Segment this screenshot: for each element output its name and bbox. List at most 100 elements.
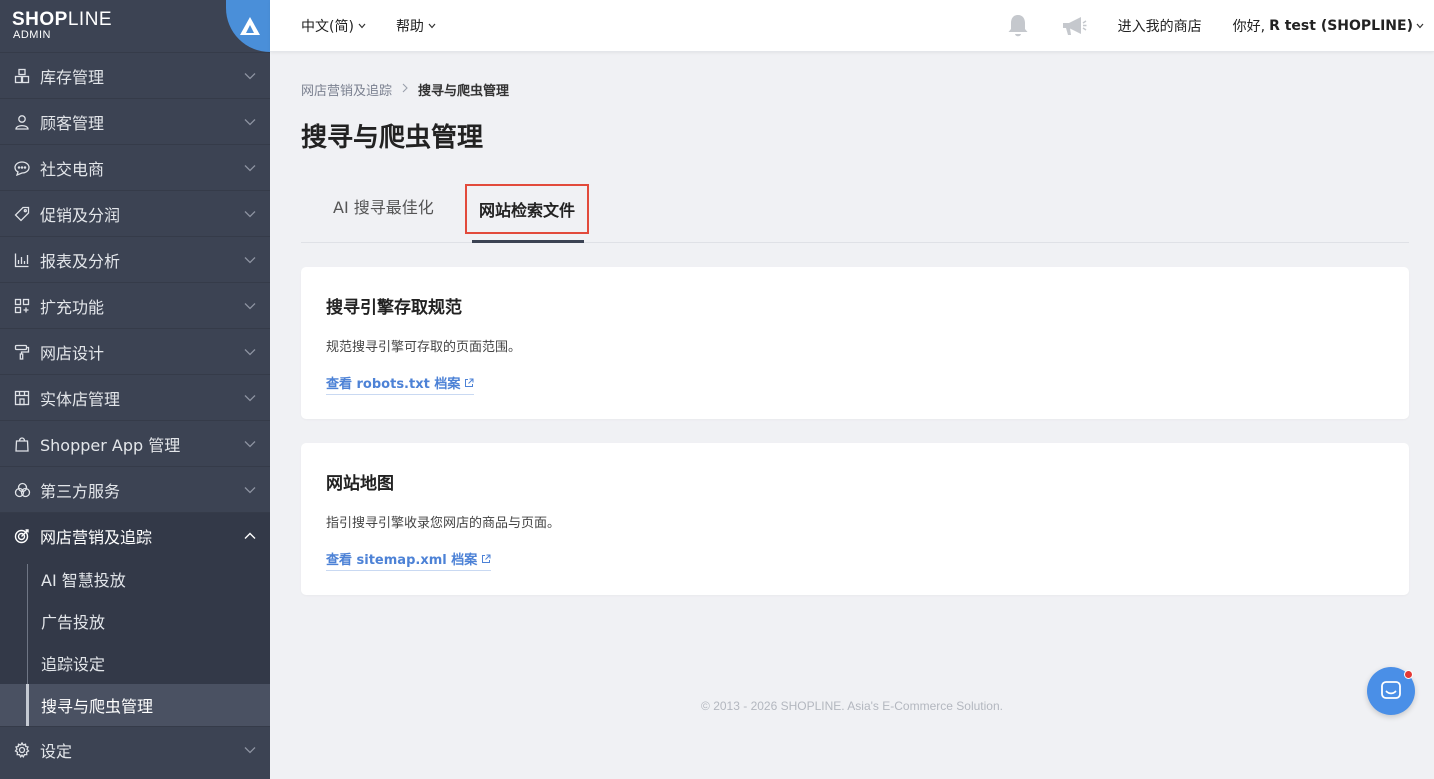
sidebar-item-shopper-app[interactable]: Shopper App 管理 <box>0 420 270 466</box>
chevron-down-icon <box>244 746 256 753</box>
tab-bar: AI 搜寻最佳化 网站检索文件 <box>301 184 1409 243</box>
chevron-down-icon <box>244 118 256 125</box>
submenu-item-search-crawler[interactable]: 搜寻与爬虫管理 <box>0 684 270 726</box>
help-dropdown[interactable]: 帮助 <box>396 16 436 36</box>
submenu-item-label: 搜寻与爬虫管理 <box>41 697 154 716</box>
inventory-icon <box>13 67 31 85</box>
sidebar-item-label: 第三方服务 <box>40 481 121 501</box>
sidebar-item-store-design[interactable]: 网店设计 <box>0 328 270 374</box>
chevron-down-icon <box>244 394 256 401</box>
sidebar-item-label: 顾客管理 <box>40 113 105 133</box>
logo-subtitle: ADMIN <box>13 29 51 41</box>
language-dropdown[interactable]: 中文(简) <box>301 16 366 36</box>
sidebar-item-label: 实体店管理 <box>40 389 121 409</box>
user-menu-dropdown[interactable]: 你好, R test (SHOPLINE) <box>1233 16 1424 36</box>
submenu-item-label: AI 智慧投放 <box>41 571 126 590</box>
link-label: 查看 robots.txt 档案 <box>326 377 461 392</box>
sidebar-item-label: 社交电商 <box>40 159 105 179</box>
tab-site-index-files[interactable]: 网站检索文件 <box>465 184 589 234</box>
chevron-right-icon <box>402 83 408 93</box>
enter-store-link[interactable]: 进入我的商店 <box>1118 16 1202 36</box>
chat-bubble-icon <box>13 159 31 177</box>
submenu-item-tracking-settings[interactable]: 追踪设定 <box>0 642 270 684</box>
top-bar: 中文(简) 帮助 进入我的商店 你好, R test (SHOPLINE) <box>270 0 1434 52</box>
apps-grid-icon <box>13 297 31 315</box>
sidebar-item-label: 设定 <box>40 741 73 761</box>
notification-dot <box>1404 670 1413 679</box>
help-label: 帮助 <box>395 18 424 35</box>
sidebar-item-promotions[interactable]: 促销及分润 <box>0 190 270 236</box>
card-title: 网站地图 <box>326 474 394 494</box>
chevron-down-icon <box>1416 23 1424 28</box>
user-icon <box>13 113 31 131</box>
breadcrumb: 网店营销及追踪 搜寻与爬虫管理 <box>301 80 1409 99</box>
marketing-submenu: AI 智慧投放 广告投放 追踪设定 搜寻与爬虫管理 <box>0 558 270 726</box>
chevron-down-icon <box>244 348 256 355</box>
card-title: 搜寻引擎存取规范 <box>326 298 462 318</box>
sidebar-item-retail-store[interactable]: 实体店管理 <box>0 374 270 420</box>
sitemap-card: 网站地图 指引搜寻引擎收录您网店的商品与页面。 查看 sitemap.xml 档… <box>301 443 1409 595</box>
chevron-down-icon <box>358 23 366 28</box>
card-description: 规范搜寻引擎可存取的页面范围。 <box>326 340 522 355</box>
main-content: 网店营销及追踪 搜寻与爬虫管理 搜寻与爬虫管理 AI 搜寻最佳化 网站检索文件 … <box>301 52 1409 595</box>
user-name: R test (SHOPLINE) <box>1269 17 1413 34</box>
chevron-down-icon <box>244 486 256 493</box>
sidebar-item-inventory[interactable]: 库存管理 <box>0 52 270 98</box>
megaphone-icon[interactable] <box>1061 15 1087 37</box>
footer-copyright: © 2013 - 2026 SHOPLINE. Asia's E-Commerc… <box>701 699 1003 713</box>
target-icon <box>13 527 31 545</box>
greeting-label: 你好, <box>1232 18 1266 35</box>
sidebar-item-extensions[interactable]: 扩充功能 <box>0 282 270 328</box>
sidebar-item-label: 促销及分润 <box>40 205 121 225</box>
chevron-down-icon <box>244 440 256 447</box>
submenu-item-ads[interactable]: 广告投放 <box>0 600 270 642</box>
sidebar-item-label: Shopper App 管理 <box>40 435 181 455</box>
view-sitemap-xml-link[interactable]: 查看 sitemap.xml 档案 <box>326 549 492 571</box>
chevron-down-icon <box>428 23 436 28</box>
brand-corner-badge[interactable] <box>226 0 270 52</box>
card-description: 指引搜寻引擎收录您网店的商品与页面。 <box>326 516 561 531</box>
tab-label: AI 搜寻最佳化 <box>333 198 434 217</box>
active-tab-indicator <box>472 240 584 243</box>
notification-bell-icon[interactable] <box>1006 13 1030 39</box>
paint-roller-icon <box>13 343 31 361</box>
chevron-down-icon <box>244 72 256 79</box>
chevron-down-icon <box>244 302 256 309</box>
chevron-down-icon <box>244 256 256 263</box>
sidebar-item-marketing-tracking[interactable]: 网店营销及追踪 <box>0 512 270 558</box>
breadcrumb-parent-link[interactable]: 网店营销及追踪 <box>301 80 392 99</box>
sidebar-item-label: 扩充功能 <box>40 297 105 317</box>
sidebar-item-label: 报表及分析 <box>40 251 121 271</box>
sidebar-item-third-party[interactable]: 第三方服务 <box>0 466 270 512</box>
link-label: 查看 sitemap.xml 档案 <box>326 553 478 568</box>
chevron-down-icon <box>244 210 256 217</box>
bar-chart-icon <box>13 251 31 269</box>
sidebar: SHOPLINE ADMIN 库存管理 顾客管理 社交电商 促销及分润 报表及分… <box>0 0 270 779</box>
gear-icon <box>13 741 31 759</box>
view-robots-txt-link[interactable]: 查看 robots.txt 档案 <box>326 373 475 395</box>
sidebar-item-label: 网店营销及追踪 <box>40 527 153 547</box>
chevron-down-icon <box>244 164 256 171</box>
breadcrumb-current: 搜寻与爬虫管理 <box>418 84 510 99</box>
tab-label: 网站检索文件 <box>478 201 575 220</box>
robots-card: 搜寻引擎存取规范 规范搜寻引擎可存取的页面范围。 查看 robots.txt 档… <box>301 267 1409 419</box>
submenu-item-ai-ads[interactable]: AI 智慧投放 <box>0 558 270 600</box>
sidebar-item-settings[interactable]: 设定 <box>0 726 270 772</box>
shopping-bag-icon <box>13 435 31 453</box>
logo-bar[interactable]: SHOPLINE ADMIN <box>0 0 270 52</box>
circles-icon <box>13 481 31 499</box>
sidebar-item-label: 库存管理 <box>40 67 105 87</box>
tag-icon <box>13 205 31 223</box>
language-label: 中文(简) <box>301 18 354 35</box>
page-title: 搜寻与爬虫管理 <box>301 123 484 153</box>
tab-ai-search-optimization[interactable]: AI 搜寻最佳化 <box>333 180 434 232</box>
chevron-up-icon <box>244 532 256 539</box>
sidebar-item-customers[interactable]: 顾客管理 <box>0 98 270 144</box>
submenu-item-label: 追踪设定 <box>41 655 106 674</box>
breadcrumb-separator <box>402 82 408 97</box>
chat-support-button[interactable] <box>1367 667 1415 715</box>
sidebar-item-social-commerce[interactable]: 社交电商 <box>0 144 270 190</box>
sidebar-item-label: 网店设计 <box>40 343 105 363</box>
chat-icon <box>1381 681 1401 699</box>
sidebar-item-reports[interactable]: 报表及分析 <box>0 236 270 282</box>
